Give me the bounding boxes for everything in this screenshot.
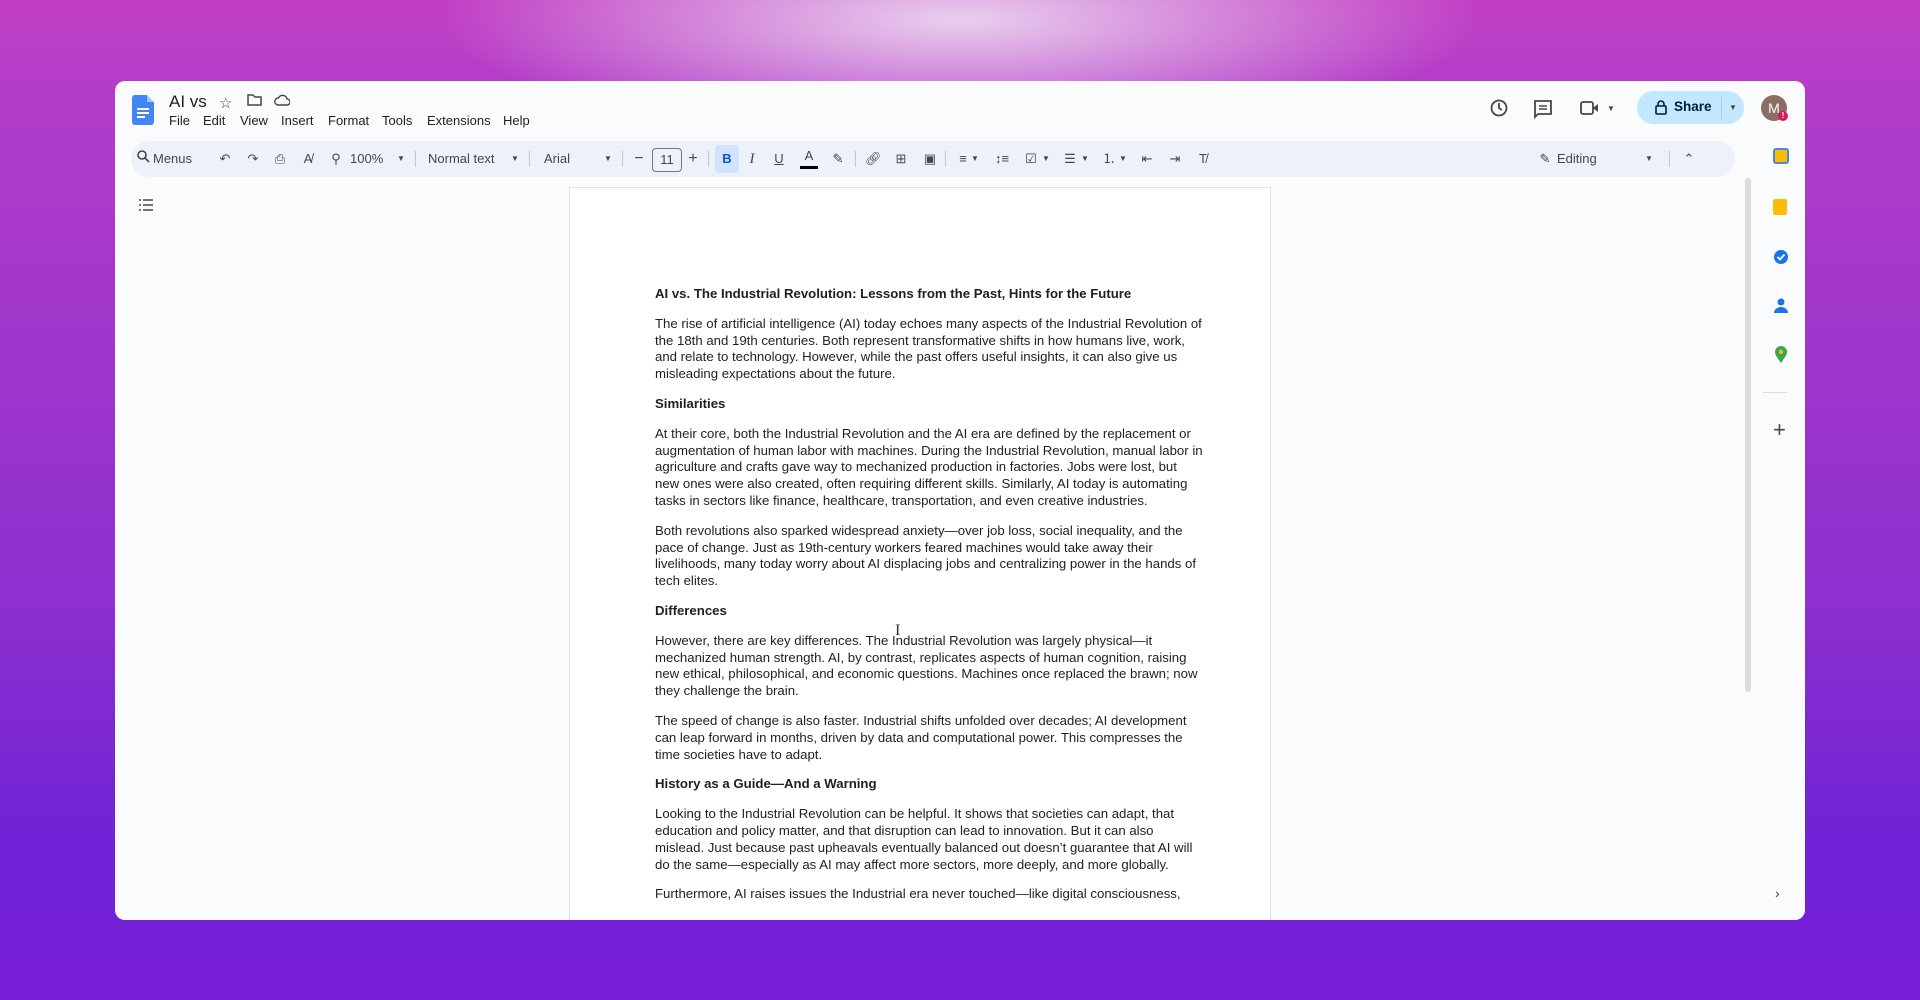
search-icon[interactable] — [135, 141, 151, 177]
undo-icon[interactable]: ↶ — [217, 141, 233, 177]
italic-button[interactable]: I — [745, 141, 759, 177]
increase-indent-icon[interactable]: ⇥ — [1167, 141, 1183, 177]
divider — [1669, 151, 1670, 167]
docs-window: AI vs ☆ File Edit View Insert Format Too… — [115, 81, 1805, 920]
clear-formatting-icon[interactable]: T̸ — [1195, 141, 1211, 177]
menu-format[interactable]: Format — [328, 113, 369, 128]
numbered-list-icon[interactable]: ⒈ — [1101, 141, 1117, 177]
pencil-icon: ✎ — [1539, 151, 1551, 166]
contacts-icon[interactable] — [1774, 297, 1792, 315]
document-outline-icon[interactable] — [139, 198, 153, 216]
align-icon[interactable]: ≡ — [955, 141, 971, 177]
menu-edit[interactable]: Edit — [203, 113, 225, 128]
share-label: Share — [1674, 99, 1712, 114]
paragraph: The speed of change is also faster. Indu… — [655, 712, 1187, 762]
decrease-font-size-button[interactable]: − — [633, 141, 645, 177]
alert-badge-icon: ! — [1778, 111, 1788, 121]
section-heading: Similarities — [655, 395, 726, 411]
divider — [529, 151, 530, 167]
paragraph: At their core, both the Industrial Revol… — [655, 425, 1203, 508]
divider — [1763, 392, 1787, 393]
divider — [622, 151, 623, 167]
bullet-dropdown-icon[interactable]: ▼ — [1081, 141, 1089, 177]
document-heading: AI vs. The Industrial Revolution: Lesson… — [655, 286, 1132, 301]
meet-dropdown-icon[interactable]: ▼ — [1607, 104, 1615, 113]
search-menus-input[interactable]: Menus — [153, 141, 192, 177]
mode-dropdown-icon[interactable]: ▼ — [1645, 141, 1653, 177]
text-cursor-icon: I — [895, 622, 901, 639]
lock-icon — [1655, 99, 1667, 120]
scrollbar[interactable] — [1745, 178, 1751, 692]
version-history-icon[interactable] — [1489, 98, 1509, 123]
underline-button[interactable]: U — [772, 141, 786, 177]
menu-tools[interactable]: Tools — [382, 113, 412, 128]
font-size-input[interactable]: 11 — [652, 148, 682, 172]
menu-view[interactable]: View — [240, 113, 268, 128]
insert-link-icon[interactable]: 🔗︎ — [865, 141, 882, 177]
menu-help[interactable]: Help — [503, 113, 530, 128]
editing-mode-select[interactable]: Editing — [1557, 141, 1597, 177]
spellcheck-icon[interactable]: A̸ — [300, 141, 316, 177]
bulleted-list-icon[interactable]: ☰ — [1062, 141, 1078, 177]
share-divider — [1721, 96, 1722, 119]
insert-image-icon[interactable]: ▣ — [922, 141, 938, 177]
paragraph: However, there are key differences. The … — [655, 632, 1198, 699]
increase-font-size-button[interactable]: + — [687, 141, 699, 177]
text-color-button[interactable]: A — [800, 141, 818, 177]
numbered-dropdown-icon[interactable]: ▼ — [1119, 141, 1127, 177]
paint-format-icon[interactable]: ⚲ — [328, 141, 344, 177]
section-heading: Differences — [655, 602, 727, 618]
font-select[interactable]: Arial — [544, 141, 570, 177]
add-comment-icon[interactable]: ⊞ — [893, 141, 909, 177]
keep-icon[interactable] — [1773, 199, 1787, 215]
print-icon[interactable]: ⎙ — [272, 141, 288, 177]
checklist-dropdown-icon[interactable]: ▼ — [1042, 141, 1050, 177]
meet-icon[interactable] — [1580, 100, 1600, 121]
star-icon[interactable]: ☆ — [219, 94, 232, 112]
paragraph: Looking to the Industrial Revolution can… — [655, 806, 1193, 872]
document-page[interactable]: AI vs. The Industrial Revolution: Lesson… — [569, 187, 1271, 920]
share-dropdown-icon[interactable]: ▼ — [1729, 103, 1737, 112]
zoom-dropdown-icon[interactable]: ▼ — [397, 141, 405, 177]
divider — [855, 151, 856, 167]
calendar-icon[interactable] — [1773, 148, 1789, 164]
paragraph: Both revolutions also sparked widespread… — [655, 522, 1197, 589]
maps-icon[interactable] — [1774, 346, 1792, 364]
bold-button[interactable]: B — [715, 145, 739, 173]
document-body[interactable]: AI vs. The Industrial Revolution: Lesson… — [655, 286, 1203, 903]
section-heading: History as a Guide—And a Warning — [655, 776, 877, 792]
cloud-status-icon[interactable] — [274, 93, 291, 110]
document-title[interactable]: AI vs — [169, 92, 207, 112]
align-dropdown-icon[interactable]: ▼ — [971, 141, 979, 177]
move-folder-icon[interactable] — [247, 93, 262, 110]
menu-file[interactable]: File — [169, 113, 190, 128]
comments-icon[interactable] — [1533, 99, 1553, 124]
checklist-icon[interactable]: ☑ — [1023, 141, 1039, 177]
redo-icon[interactable]: ↷ — [245, 141, 261, 177]
font-dropdown-icon[interactable]: ▼ — [604, 141, 612, 177]
expand-side-panel-icon[interactable]: › — [1775, 885, 1780, 901]
divider — [708, 151, 709, 167]
style-dropdown-icon[interactable]: ▼ — [511, 141, 519, 177]
paragraph-style-select[interactable]: Normal text — [428, 141, 494, 177]
add-addon-icon[interactable]: + — [1773, 419, 1786, 441]
menu-insert[interactable]: Insert — [281, 113, 314, 128]
highlight-color-icon[interactable]: ✎ — [830, 141, 846, 177]
tasks-icon[interactable] — [1773, 249, 1791, 267]
collapse-toolbar-icon[interactable]: ⌃ — [1681, 141, 1697, 177]
docs-logo-icon[interactable] — [132, 95, 154, 125]
divider — [415, 151, 416, 167]
divider — [945, 151, 946, 167]
share-button[interactable]: Share ▼ — [1637, 91, 1744, 124]
toolbar: Menus ↶ ↷ ⎙ A̸ ⚲ 100% ▼ Normal text ▼ Ar… — [131, 141, 1735, 177]
paragraph: Furthermore, AI raises issues the Indust… — [655, 886, 1181, 902]
menu-extensions[interactable]: Extensions — [427, 113, 491, 128]
paragraph: The rise of artificial intelligence (AI)… — [655, 315, 1202, 382]
decrease-indent-icon[interactable]: ⇤ — [1139, 141, 1155, 177]
line-spacing-icon[interactable]: ↕≡ — [994, 141, 1010, 177]
zoom-select[interactable]: 100% — [350, 141, 383, 177]
